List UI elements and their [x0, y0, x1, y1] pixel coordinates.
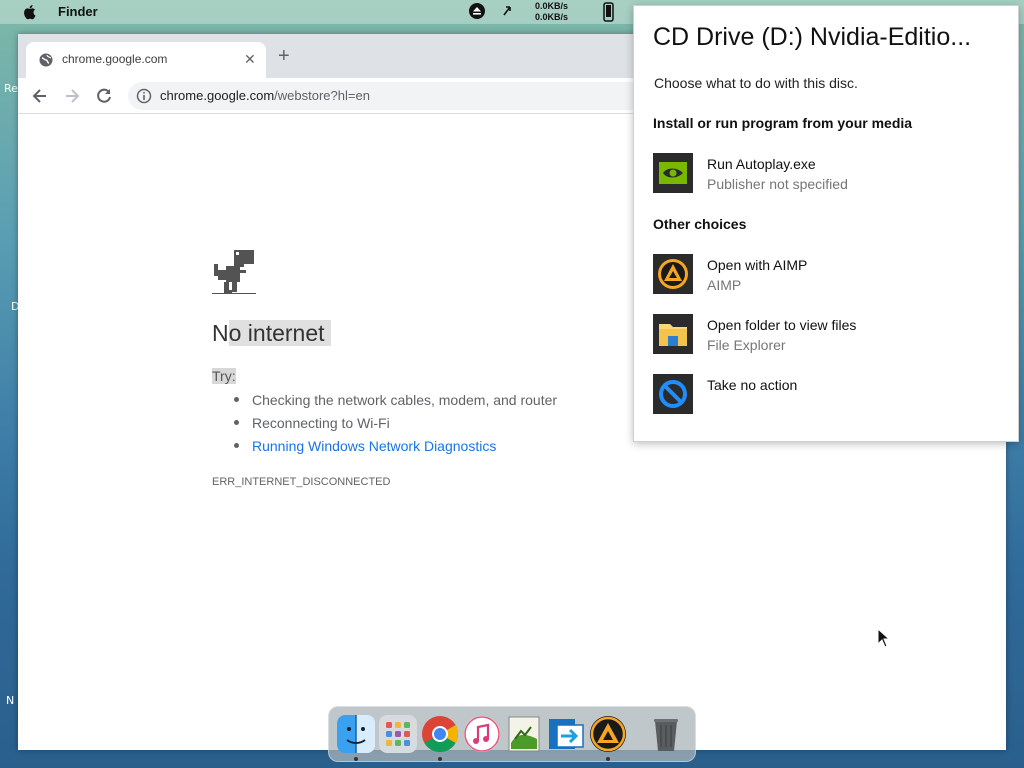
option-open-folder[interactable]: Open folder to view files File Explorer	[653, 314, 1003, 356]
option-open-aimp[interactable]: Open with AIMP AIMP	[653, 254, 1003, 296]
section-other-heading: Other choices	[653, 216, 747, 232]
list-item: Reconnecting to Wi-Fi	[234, 414, 557, 437]
chrome-icon[interactable]	[421, 715, 459, 753]
running-indicator	[438, 757, 442, 761]
section-install-heading: Install or run program from your media	[653, 115, 913, 131]
dinosaur-icon[interactable]	[212, 250, 256, 296]
suggestion-list: Checking the network cables, modem, and …	[234, 391, 557, 460]
autoplay-title: CD Drive (D:) Nvidia-Editio...	[653, 23, 972, 51]
close-tab-icon[interactable]: ✕	[244, 51, 256, 68]
error-code: ERR_INTERNET_DISCONNECTED	[212, 476, 391, 488]
eject-icon[interactable]	[469, 3, 485, 19]
aimp-icon	[653, 254, 693, 294]
tab-title: chrome.google.com	[62, 52, 168, 66]
active-app-name[interactable]: Finder	[58, 4, 98, 19]
new-tab-button[interactable]: +	[278, 46, 290, 66]
option-run-autoplay[interactable]: Run Autoplay.exe Publisher not specified	[653, 153, 1003, 195]
launchpad-icon[interactable]	[379, 715, 417, 753]
url-text[interactable]: chrome.google.com/webstore?hl=en	[160, 88, 370, 103]
option-description: Publisher not specified	[707, 176, 848, 192]
autoplay-subtitle: Choose what to do with this disc.	[654, 75, 858, 91]
sync-arrows-icon[interactable]	[501, 3, 513, 19]
mouse-cursor-icon	[877, 628, 891, 648]
nvidia-icon	[653, 153, 693, 193]
network-speed: 0.0KB/s 0.0KB/s	[535, 1, 568, 23]
trash-icon[interactable]	[647, 715, 685, 753]
option-label: Take no action	[707, 377, 798, 393]
option-take-no-action[interactable]: Take no action	[653, 374, 1003, 416]
option-description: AIMP	[707, 277, 742, 293]
aimp-icon[interactable]	[589, 715, 627, 753]
error-title: No internet	[212, 320, 331, 347]
reload-icon[interactable]	[94, 86, 114, 106]
error-title-rest: o internet	[228, 320, 331, 346]
forward-arrow-icon[interactable]	[62, 86, 82, 106]
dock	[328, 706, 696, 762]
back-arrow-icon[interactable]	[30, 86, 50, 106]
no-action-icon	[653, 374, 693, 414]
error-title-first: N	[212, 320, 229, 346]
network-diagnostics-link[interactable]: Running Windows Network Diagnostics	[234, 437, 557, 460]
option-label: Run Autoplay.exe	[707, 156, 816, 172]
desktop-icon-label: Re	[4, 82, 18, 95]
option-description: File Explorer	[707, 337, 786, 353]
finder-icon[interactable]	[337, 715, 375, 753]
desktop-icon-label: N	[6, 694, 15, 707]
browser-tab[interactable]: chrome.google.com ✕	[26, 42, 266, 78]
list-item: Checking the network cables, modem, and …	[234, 391, 557, 414]
url-host: chrome.google.com	[160, 88, 275, 103]
running-indicator	[606, 757, 610, 761]
network-upload-speed: 0.0KB/s	[535, 1, 569, 11]
autoplay-dialog: CD Drive (D:) Nvidia-Editio... Choose wh…	[633, 5, 1019, 442]
option-label: Open folder to view files	[707, 317, 857, 333]
url-path: /webstore?hl=en	[274, 88, 370, 103]
migration-icon[interactable]	[547, 715, 585, 753]
running-indicator	[354, 757, 358, 761]
globe-icon	[39, 53, 53, 67]
folder-icon	[653, 314, 693, 354]
itunes-icon[interactable]	[463, 715, 501, 753]
try-label: Try:	[212, 368, 236, 384]
app-installer-icon[interactable]	[505, 715, 543, 753]
phone-icon[interactable]	[603, 2, 614, 22]
option-label: Open with AIMP	[707, 257, 808, 273]
info-icon[interactable]	[136, 88, 152, 104]
apple-menu-icon[interactable]	[22, 4, 36, 20]
network-download-speed: 0.0KB/s	[535, 12, 569, 22]
